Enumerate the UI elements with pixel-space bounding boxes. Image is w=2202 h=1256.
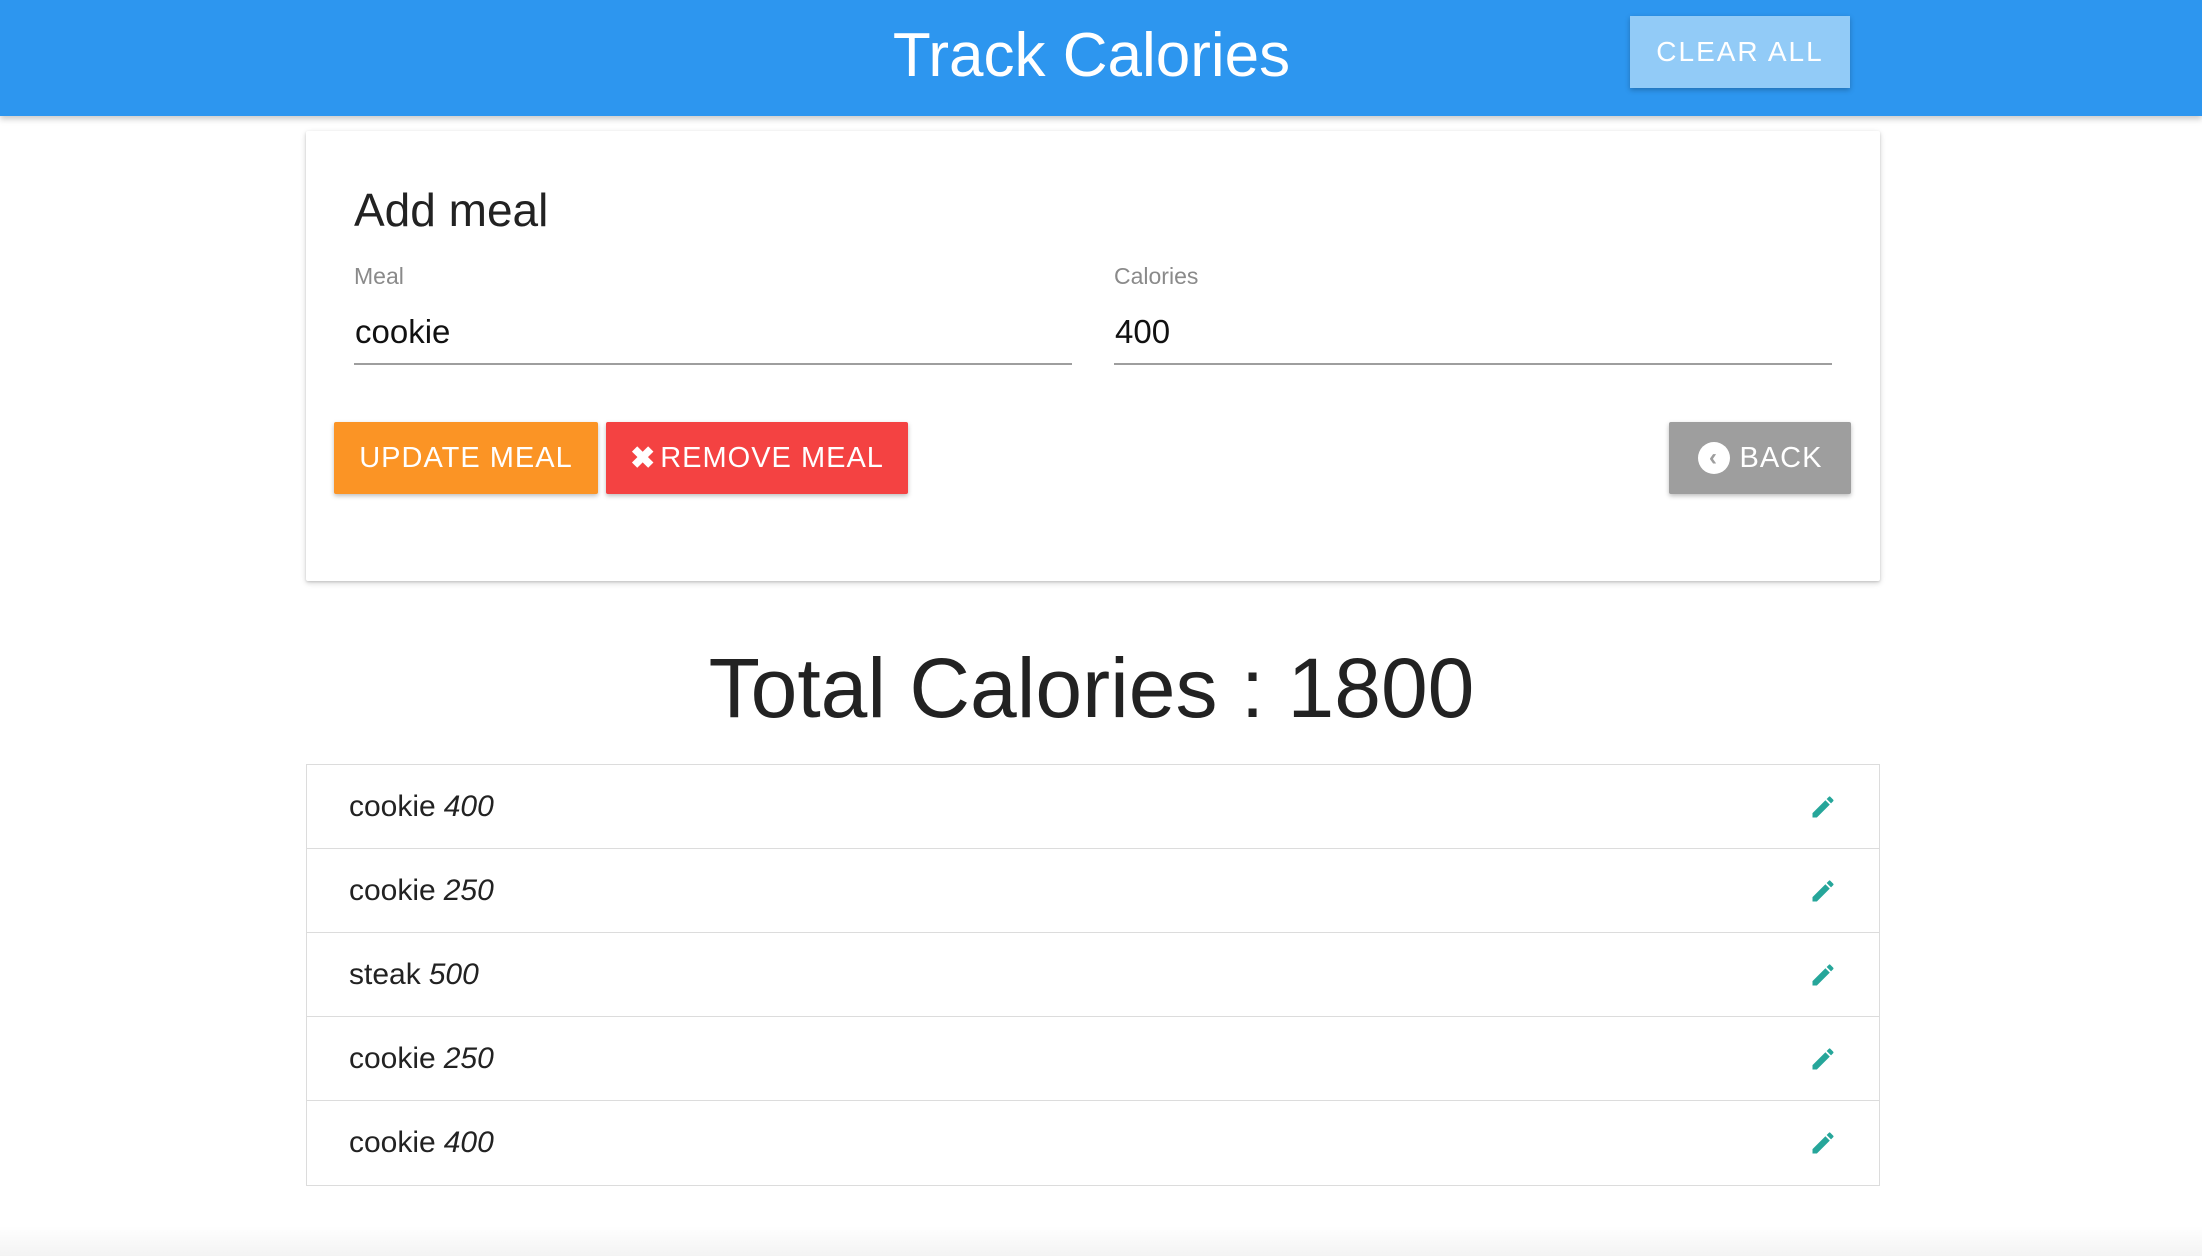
x-mark-icon: ✖ [630,441,657,475]
list-item: cookie 400 [307,1101,1879,1185]
list-item: steak 500 [307,933,1879,1017]
list-item: cookie 250 [307,849,1879,933]
meal-input[interactable] [354,301,1072,365]
item-calories: 250 [443,873,494,907]
clear-all-button[interactable]: CLEAR ALL [1630,16,1850,88]
item-calories: 250 [443,1041,494,1075]
form-title: Add meal [354,184,549,236]
meal-list: cookie 400 cookie 250 steak 500 cookie 2… [306,764,1880,1186]
pencil-icon[interactable] [1809,1045,1837,1073]
list-item: cookie 250 [307,1017,1879,1101]
pencil-icon[interactable] [1809,877,1837,905]
chevron-circle-left-icon: ‹ [1697,442,1730,474]
meal-label: Meal [354,263,404,289]
item-calories: 400 [443,1126,494,1159]
remove-meal-button[interactable]: ✖ REMOVE MEAL [606,422,908,494]
page-bottom-shade [0,1226,2202,1256]
item-name: steak [349,957,421,991]
update-meal-button[interactable]: UPDATE MEAL [334,422,598,494]
update-meal-label: UPDATE MEAL [359,441,573,474]
total-calories: Total Calories : 1800 [708,641,1475,735]
pencil-icon[interactable] [1809,961,1837,989]
pencil-icon[interactable] [1809,1129,1837,1157]
item-name: cookie [349,1126,436,1159]
calories-label: Calories [1114,263,1199,289]
item-calories: 500 [428,957,479,991]
list-item: cookie 400 [307,765,1879,849]
calories-input[interactable] [1114,301,1832,365]
item-name: cookie [349,789,436,823]
back-button[interactable]: ‹ BACK [1669,422,1851,494]
pencil-icon[interactable] [1809,793,1837,821]
add-meal-card: Add meal Meal Calories UPDATE MEAL ✖ REM… [306,131,1880,581]
item-name: cookie [349,1041,436,1075]
item-calories: 400 [443,789,494,823]
navbar: Track Calories CLEAR ALL [0,0,2202,116]
remove-meal-label: REMOVE MEAL [660,441,884,474]
back-label: BACK [1739,441,1823,474]
item-name: cookie [349,873,436,907]
app-title: Track Calories [892,21,1291,90]
